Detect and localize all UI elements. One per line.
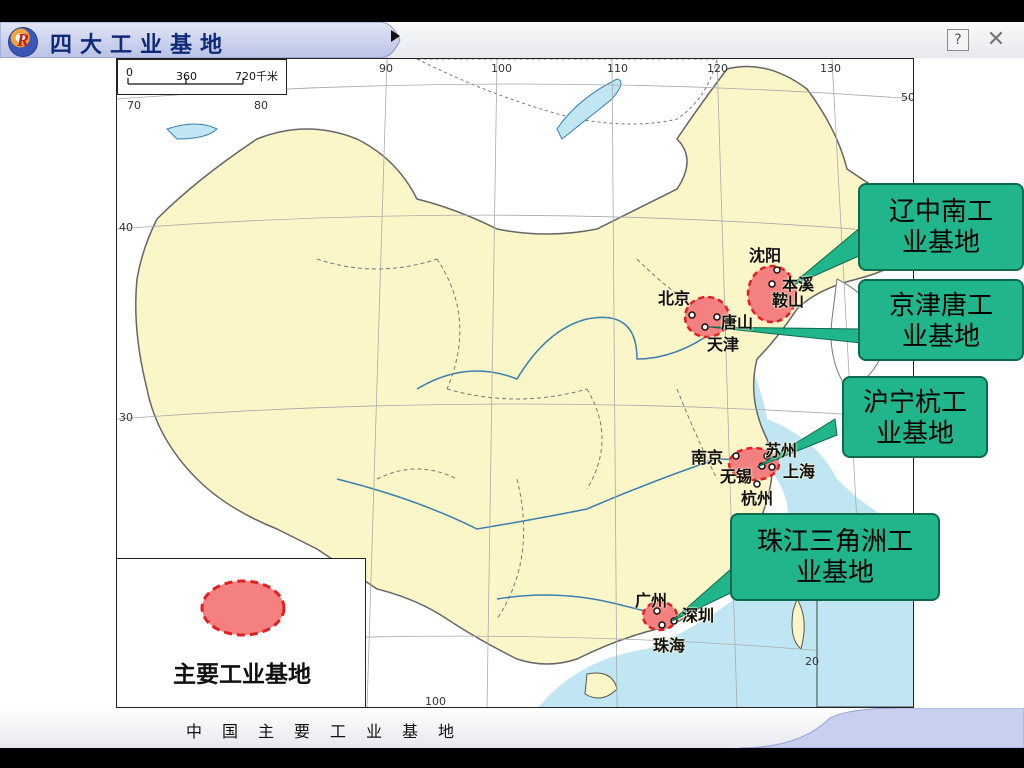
help-button[interactable]: ?	[947, 29, 969, 51]
legend-box: 主要工业基地	[116, 558, 366, 708]
neighbor-land-north	[416, 59, 718, 125]
content-area: 0 360 720千米 90 100 110 120 130 80 70 100…	[0, 58, 1024, 708]
legend-swatch	[200, 579, 286, 637]
top-black-bar	[0, 0, 1024, 22]
city-label-tangshan: 唐山	[721, 313, 754, 332]
longitude-label: 130	[820, 62, 841, 75]
city-label-hangzhou: 杭州	[741, 489, 774, 508]
callout-huninghang[interactable]: 沪宁杭工 业基地	[842, 376, 988, 458]
city-label-anshan: 鞍山	[772, 291, 805, 310]
title-bar: R 四大工业基地 ? ✕	[0, 22, 1024, 59]
city-label-shanghai: 上海	[783, 462, 816, 481]
footer-wave-decoration	[740, 708, 1024, 748]
city-label-guangzhou: 广州	[635, 591, 668, 610]
bottom-black-bar	[0, 748, 1024, 768]
latitude-label: 50	[901, 91, 914, 104]
longitude-label: 80	[254, 99, 268, 112]
lake-balkhash	[166, 123, 218, 140]
scale-tick-360: 360	[176, 70, 197, 83]
play-icon[interactable]	[391, 30, 400, 42]
callout-zhujiang[interactable]: 珠江三角洲工 业基地	[730, 513, 940, 601]
footer-bar: 中国主要工业基地	[0, 708, 1024, 748]
legend-label: 主要工业基地	[173, 661, 311, 688]
callout-jingjintang[interactable]: 京津唐工 业基地	[858, 279, 1024, 361]
longitude-label: 120	[707, 62, 728, 75]
latitude-label: 20	[805, 655, 819, 668]
longitude-label: 70	[127, 99, 141, 112]
city-label-zhuhai: 珠海	[653, 636, 686, 655]
page-title: 四大工业基地	[50, 32, 231, 58]
latitude-label: 40	[119, 221, 133, 234]
city-label-nanjing: 南京	[691, 448, 724, 467]
longitude-label: 100	[425, 695, 446, 708]
city-label-shenyang: 沈阳	[749, 246, 782, 265]
city-label-beijing: 北京	[658, 289, 691, 308]
city-label-wuxi: 无锡	[720, 467, 753, 486]
close-button[interactable]: ✕	[985, 29, 1007, 51]
longitude-label: 110	[607, 62, 628, 75]
latitude-label: 30	[119, 411, 133, 424]
city-label-tianjin: 天津	[707, 335, 740, 354]
callout-liaozhongnan[interactable]: 辽中南工 业基地	[858, 183, 1024, 271]
city-label-shenzhen: 深圳	[682, 606, 715, 625]
longitude-label: 100	[491, 62, 512, 75]
footer-title: 中国主要工业基地	[186, 722, 475, 741]
scale-tick-0: 0	[126, 66, 133, 79]
scale-bar: 0 360 720千米	[117, 59, 287, 95]
longitude-label: 90	[379, 62, 393, 75]
scale-tick-720: 720千米	[235, 70, 278, 83]
logo-icon: R	[8, 27, 38, 57]
